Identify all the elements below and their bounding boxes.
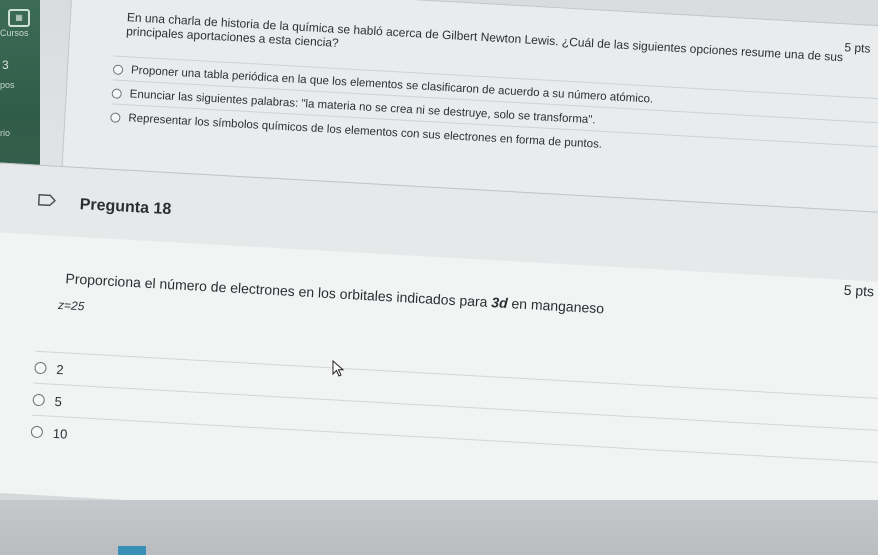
question-text-start: Proporciona el número de electrones en l… (65, 270, 492, 311)
answer-label: 2 (56, 361, 65, 377)
radio-icon[interactable] (111, 88, 122, 99)
nav-badge-number: 3 (2, 58, 9, 72)
atomic-number: z=25 (57, 297, 85, 314)
question-text: Proporciona el número de electrones en l… (65, 270, 604, 316)
question-text-end: en manganeso (507, 295, 605, 317)
radio-icon[interactable] (30, 425, 44, 439)
orbital-label: 3d (490, 294, 509, 311)
nav-label-pos[interactable]: pos (0, 80, 15, 90)
nav-label-rio[interactable]: rio (0, 128, 10, 138)
flag-question-icon[interactable] (37, 194, 57, 207)
nav-label-courses[interactable]: Cursos (0, 28, 29, 38)
question-body: 5 pts Proporciona el número de electrone… (0, 232, 878, 546)
screen: ▦ Cursos 3 pos rio En una charla de hist… (0, 0, 878, 555)
question-points: 5 pts (843, 281, 875, 300)
radio-icon[interactable] (34, 361, 47, 375)
courses-icon[interactable]: ▦ (8, 9, 30, 27)
answer-label: 10 (52, 425, 68, 442)
radio-icon[interactable] (32, 393, 46, 407)
mouse-cursor-icon (332, 360, 345, 377)
radio-icon[interactable] (112, 64, 124, 75)
question-title: Pregunta 18 (79, 196, 172, 219)
previous-question-points: 5 pts (844, 40, 871, 56)
radio-icon[interactable] (110, 112, 121, 123)
taskbar-marker (118, 546, 146, 555)
answer-label: 5 (54, 393, 63, 409)
